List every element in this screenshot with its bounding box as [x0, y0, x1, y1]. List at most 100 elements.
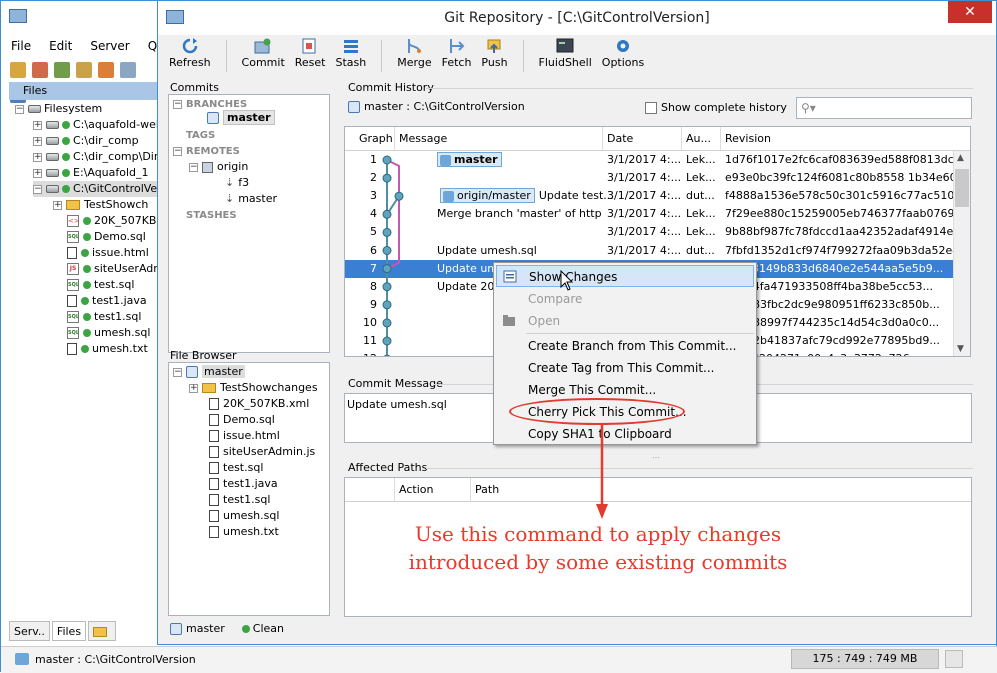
commit-button[interactable]: Commit [237, 36, 290, 76]
toolbar-icon-3[interactable] [54, 62, 70, 78]
file-item[interactable]: umesh.txt [209, 524, 279, 540]
table-row[interactable]: 5 3/1/2017 4:... Lek... 9b88bf987fc78fdccd1… [345, 223, 955, 241]
file-item[interactable]: test.sql [209, 460, 263, 476]
menu-item-compare[interactable]: Compare [496, 288, 754, 310]
graph-commit-dot [383, 354, 391, 356]
splitter-grip[interactable]: ⋯ [652, 453, 660, 462]
tree-item[interactable]: test1.java [67, 293, 147, 309]
tab-servers[interactable]: Serv.. [9, 621, 50, 641]
table-row[interactable]: 1 master 3/1/2017 4:... Lek... 1d76f1017e2fc… [345, 151, 955, 169]
table-row[interactable]: 6 Update umesh.sql 3/1/2017 4:... dut... 7fb… [345, 242, 955, 260]
column-header-date[interactable]: Date [603, 127, 682, 151]
tree-item[interactable]: umesh.txt [67, 341, 148, 357]
cell-num: 10 [363, 315, 377, 329]
branch-item-master[interactable]: master [207, 110, 275, 126]
column-header-path[interactable]: Path [471, 478, 971, 502]
scroll-thumb[interactable] [955, 169, 969, 207]
options-button[interactable]: Options [597, 36, 649, 76]
app-logo-icon [9, 9, 27, 23]
grid-vertical-scrollbar[interactable]: ▲ ▼ [953, 151, 970, 356]
fetch-button[interactable]: Fetch [437, 36, 477, 76]
tree-item[interactable]: SQL test.sql [67, 277, 134, 293]
toolbar-icon-2[interactable] [32, 62, 48, 78]
tree-item[interactable]: + TestShowch [53, 197, 148, 213]
drive-icon [46, 185, 59, 193]
checkbox-box[interactable] [645, 102, 657, 114]
tab-other[interactable] [88, 621, 117, 641]
tree-item[interactable]: + C:\dir_comp [33, 133, 139, 149]
remotes-group[interactable]: − REMOTES [173, 143, 240, 159]
stash-button[interactable]: Stash [331, 36, 372, 76]
file-item[interactable]: issue.html [209, 428, 280, 444]
menu-server[interactable]: Server [80, 37, 137, 55]
tree-item[interactable]: + E:\Aquafold_1 [33, 165, 149, 181]
search-icon: ⚲▾ [801, 101, 816, 115]
reset-button[interactable]: Reset [290, 36, 331, 76]
tree-item[interactable]: SQL Demo.sql [67, 229, 146, 245]
scroll-down-arrow-icon[interactable]: ▼ [957, 344, 964, 354]
dialog-title: Git Repository - [C:\GitControlVersion] [444, 10, 710, 26]
file-item[interactable]: test1.java [209, 476, 278, 492]
toolbar-icon-1[interactable] [10, 62, 26, 78]
show-complete-history-checkbox[interactable]: Show complete history [645, 101, 787, 114]
toolbar-icon-5[interactable] [98, 62, 114, 78]
table-row[interactable]: 4 Merge branch 'master' of https:... 3/1/2… [345, 205, 955, 223]
file-item[interactable]: siteUserAdmin.js [209, 444, 315, 460]
tree-item-selected[interactable]: − C:\GitControlVe [33, 181, 162, 197]
refresh-button[interactable]: Refresh [164, 36, 216, 76]
menu-item-copy-sha1[interactable]: Copy SHA1 to Clipboard [496, 423, 754, 445]
branch-icon [207, 112, 219, 124]
fluidshell-button[interactable]: FluidShell [534, 36, 597, 76]
file-browser-root[interactable]: − master [173, 364, 245, 380]
file-item[interactable]: 20K_507KB.xml [209, 396, 309, 412]
file-item[interactable]: test1.sql [209, 492, 270, 508]
tab-files[interactable]: Files [51, 621, 87, 641]
tree-item[interactable]: + C:\aquafold-webs [33, 117, 169, 133]
remote-item-origin[interactable]: − origin [189, 159, 248, 175]
toolbar-icon-4[interactable] [76, 62, 92, 78]
push-button[interactable]: Push [476, 36, 512, 76]
menu-item-show-changes[interactable]: Show Changes [496, 265, 754, 287]
remote-branch-f3[interactable]: ⇣ f3 [225, 175, 249, 191]
mouse-cursor-icon [560, 270, 574, 291]
fluidshell-icon [556, 38, 574, 54]
table-row[interactable]: 2 3/1/2017 4:... Lek... e93e0bc39fc124f6081… [345, 169, 955, 187]
stashes-group[interactable]: STASHES [173, 207, 237, 223]
column-header-message[interactable]: Message [395, 127, 603, 151]
menu-item-create-tag[interactable]: Create Tag from This Commit... [496, 357, 754, 379]
table-row[interactable]: 3 origin/master Update test... 3/1/2017 4:.… [345, 187, 955, 205]
cell-revision: e93e0bc39fc124f6081c80b8558 1b34e6069... [725, 171, 955, 185]
tree-item[interactable]: − Filesystem [15, 101, 102, 117]
history-search-input[interactable]: ⚲▾ [796, 97, 972, 119]
menu-item-create-branch[interactable]: Create Branch from This Commit... [496, 335, 754, 357]
tree-item[interactable]: SQL test1.sql [67, 309, 141, 325]
file-item[interactable]: Demo.sql [209, 412, 275, 428]
column-header-revision[interactable]: Revision [721, 127, 970, 151]
status-ok-icon [62, 185, 70, 193]
column-header-author[interactable]: Au... [682, 127, 721, 151]
menu-item-open[interactable]: Open [496, 310, 754, 332]
status-ok-icon [83, 233, 91, 241]
column-header-action[interactable]: Action [395, 478, 471, 502]
tree-item[interactable]: <> 20K_507KB. [67, 213, 160, 229]
tree-item[interactable]: + C:\dir_comp\Dir2 [33, 149, 165, 165]
menu-file[interactable]: File [1, 37, 39, 55]
gc-button[interactable] [945, 650, 963, 668]
commit-message-text: Update test... [538, 189, 614, 203]
remote-branch-master[interactable]: ⇣ master [225, 191, 277, 207]
menu-item-merge-commit[interactable]: Merge This Commit... [496, 379, 754, 401]
merge-button[interactable]: Merge [392, 36, 436, 76]
column-header-graph[interactable]: Graph [345, 127, 395, 151]
section-divider [426, 468, 973, 469]
close-button[interactable]: ✕ [948, 1, 992, 23]
scroll-up-arrow-icon[interactable]: ▲ [957, 153, 964, 163]
toolbar-icon-6[interactable] [120, 62, 136, 78]
tags-group[interactable]: TAGS [173, 127, 215, 143]
tree-item[interactable]: SQL umesh.sql [67, 325, 150, 341]
file-item-folder[interactable]: + TestShowchanges [189, 380, 318, 396]
file-item[interactable]: umesh.sql [209, 508, 279, 524]
tree-item[interactable]: issue.html [67, 245, 149, 261]
tree-item[interactable]: JS siteUserAdm [67, 261, 164, 277]
menu-edit[interactable]: Edit [39, 37, 80, 55]
graph-commit-dot [382, 282, 392, 292]
